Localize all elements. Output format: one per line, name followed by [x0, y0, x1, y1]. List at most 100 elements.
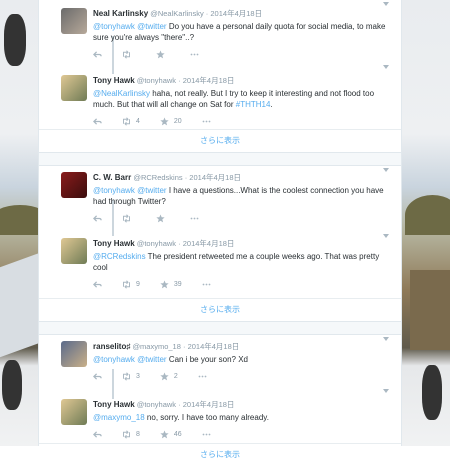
- favorite-icon: [156, 213, 165, 222]
- mentions[interactable]: @tonyhawk @twitter: [93, 355, 167, 364]
- reply-icon: [93, 50, 102, 58]
- mentions[interactable]: @maxymo_18: [93, 413, 145, 422]
- avatar[interactable]: [61, 75, 87, 101]
- more-icon: [190, 53, 199, 55]
- tweet-date[interactable]: · 2014年4月18日: [178, 239, 234, 248]
- more-button[interactable]: [202, 117, 211, 126]
- conversation: ranselito♯ @maxymo_18 · 2014年4月18日 @tony…: [39, 335, 401, 466]
- tweet-text: no, sorry. I have too many already.: [144, 413, 269, 422]
- tweet[interactable]: Neal Karlinsky @NealKarlinsky · 2014年4月1…: [39, 0, 401, 63]
- show-more-link[interactable]: さらに表示: [39, 443, 401, 466]
- author-handle[interactable]: @tonyhawk: [137, 400, 176, 409]
- mentions[interactable]: @RCRedskins: [93, 252, 146, 261]
- more-button[interactable]: [190, 214, 199, 223]
- favorite-count: 39: [173, 280, 182, 288]
- more-button[interactable]: [202, 280, 211, 289]
- caret-down-icon[interactable]: [383, 234, 389, 241]
- author-name[interactable]: ranselito♯: [93, 342, 130, 351]
- tweet-date[interactable]: · 2014年4月18日: [185, 173, 241, 182]
- caret-down-icon[interactable]: [383, 2, 389, 9]
- favorite-icon: [160, 279, 169, 288]
- caret-down-icon[interactable]: [383, 168, 389, 175]
- retweet-button[interactable]: 3: [122, 371, 140, 381]
- mentions[interactable]: @tonyhawk @twitter: [93, 22, 167, 31]
- author-handle[interactable]: @RCRedskins: [133, 173, 182, 182]
- tweet[interactable]: ranselito♯ @maxymo_18 · 2014年4月18日 @tony…: [39, 335, 401, 387]
- author-handle[interactable]: @tonyhawk: [137, 239, 176, 248]
- retweet-icon: [123, 213, 130, 223]
- favorite-button[interactable]: 20: [160, 116, 182, 126]
- retweet-count: 4: [136, 117, 140, 125]
- more-icon: [202, 120, 211, 122]
- hashtag[interactable]: #THTH14: [236, 100, 271, 109]
- author-handle[interactable]: @maxymo_18: [132, 342, 180, 351]
- conversation: Neal Karlinsky @NealKarlinsky · 2014年4月1…: [39, 0, 401, 152]
- more-button[interactable]: [202, 430, 211, 439]
- avatar[interactable]: [61, 8, 87, 34]
- tweet[interactable]: Tony Hawk @tonyhawk · 2014年4月18日 @NealKa…: [39, 63, 401, 129]
- reply-button[interactable]: [93, 280, 102, 289]
- retweet-button[interactable]: 8: [122, 429, 140, 439]
- avatar[interactable]: [61, 172, 87, 198]
- author-name[interactable]: Tony Hawk: [93, 76, 135, 85]
- retweet-icon: [123, 49, 130, 59]
- tweet[interactable]: Tony Hawk @tonyhawk · 2014年4月18日 @maxymo…: [39, 387, 401, 443]
- favorite-icon: [156, 49, 165, 58]
- reply-button[interactable]: [93, 50, 102, 59]
- tweet[interactable]: C. W. Barr @RCRedskins · 2014年4月18日 @ton…: [39, 166, 401, 232]
- favorite-icon: [160, 429, 169, 438]
- tweet-text: Can i be your son? Xd: [166, 355, 248, 364]
- reply-icon: [93, 214, 102, 222]
- author-handle[interactable]: @NealKarlinsky: [150, 9, 203, 18]
- author-handle[interactable]: @tonyhawk: [137, 76, 176, 85]
- tweet-date[interactable]: · 2014年4月18日: [178, 76, 234, 85]
- show-more-link[interactable]: さらに表示: [39, 129, 401, 152]
- tweet-text-end: .: [270, 100, 273, 109]
- favorite-button[interactable]: [156, 213, 170, 223]
- author-name[interactable]: Neal Karlinsky: [93, 9, 148, 18]
- more-button[interactable]: [198, 372, 207, 381]
- retweet-icon: [123, 429, 130, 439]
- caret-down-icon[interactable]: [383, 389, 389, 396]
- caret-down-icon[interactable]: [383, 65, 389, 72]
- reply-button[interactable]: [93, 372, 102, 381]
- mentions[interactable]: @NealKarlinsky: [93, 89, 150, 98]
- retweet-count: 3: [136, 372, 140, 380]
- caret-down-icon[interactable]: [383, 337, 389, 344]
- reply-icon: [93, 372, 102, 380]
- show-more-link[interactable]: さらに表示: [39, 298, 401, 321]
- tweet-date[interactable]: · 2014年4月18日: [206, 9, 262, 18]
- favorite-button[interactable]: 39: [160, 279, 182, 289]
- tweet-date[interactable]: · 2014年4月18日: [178, 400, 234, 409]
- avatar[interactable]: [61, 238, 87, 264]
- more-icon: [202, 433, 211, 435]
- favorite-count: 20: [173, 117, 182, 125]
- tweet-actions: 3 2: [93, 370, 391, 382]
- retweet-button[interactable]: [122, 49, 136, 59]
- retweet-button[interactable]: 9: [122, 279, 140, 289]
- more-button[interactable]: [190, 50, 199, 59]
- author-name[interactable]: Tony Hawk: [93, 400, 135, 409]
- avatar[interactable]: [61, 399, 87, 425]
- author-name[interactable]: Tony Hawk: [93, 239, 135, 248]
- avatar[interactable]: [61, 341, 87, 367]
- retweet-button[interactable]: 4: [122, 116, 140, 126]
- favorite-button[interactable]: 2: [160, 371, 178, 381]
- reply-button[interactable]: [93, 430, 102, 439]
- reply-button[interactable]: [93, 117, 102, 126]
- favorite-button[interactable]: 46: [160, 429, 182, 439]
- reply-icon: [93, 280, 102, 288]
- tweet-actions: 9 39: [93, 278, 391, 290]
- retweet-button[interactable]: [122, 213, 136, 223]
- more-icon: [198, 375, 207, 377]
- mentions[interactable]: @tonyhawk @twitter: [93, 186, 167, 195]
- author-name[interactable]: C. W. Barr: [93, 173, 131, 182]
- favorite-count: 46: [173, 430, 182, 438]
- tweet[interactable]: Tony Hawk @tonyhawk · 2014年4月18日 @RCReds…: [39, 232, 401, 298]
- tweet-actions: 8 46: [93, 428, 391, 440]
- retweet-icon: [123, 279, 130, 289]
- favorite-count: 2: [173, 372, 178, 380]
- reply-button[interactable]: [93, 214, 102, 223]
- tweet-date[interactable]: · 2014年4月18日: [183, 342, 239, 351]
- favorite-button[interactable]: [156, 49, 170, 59]
